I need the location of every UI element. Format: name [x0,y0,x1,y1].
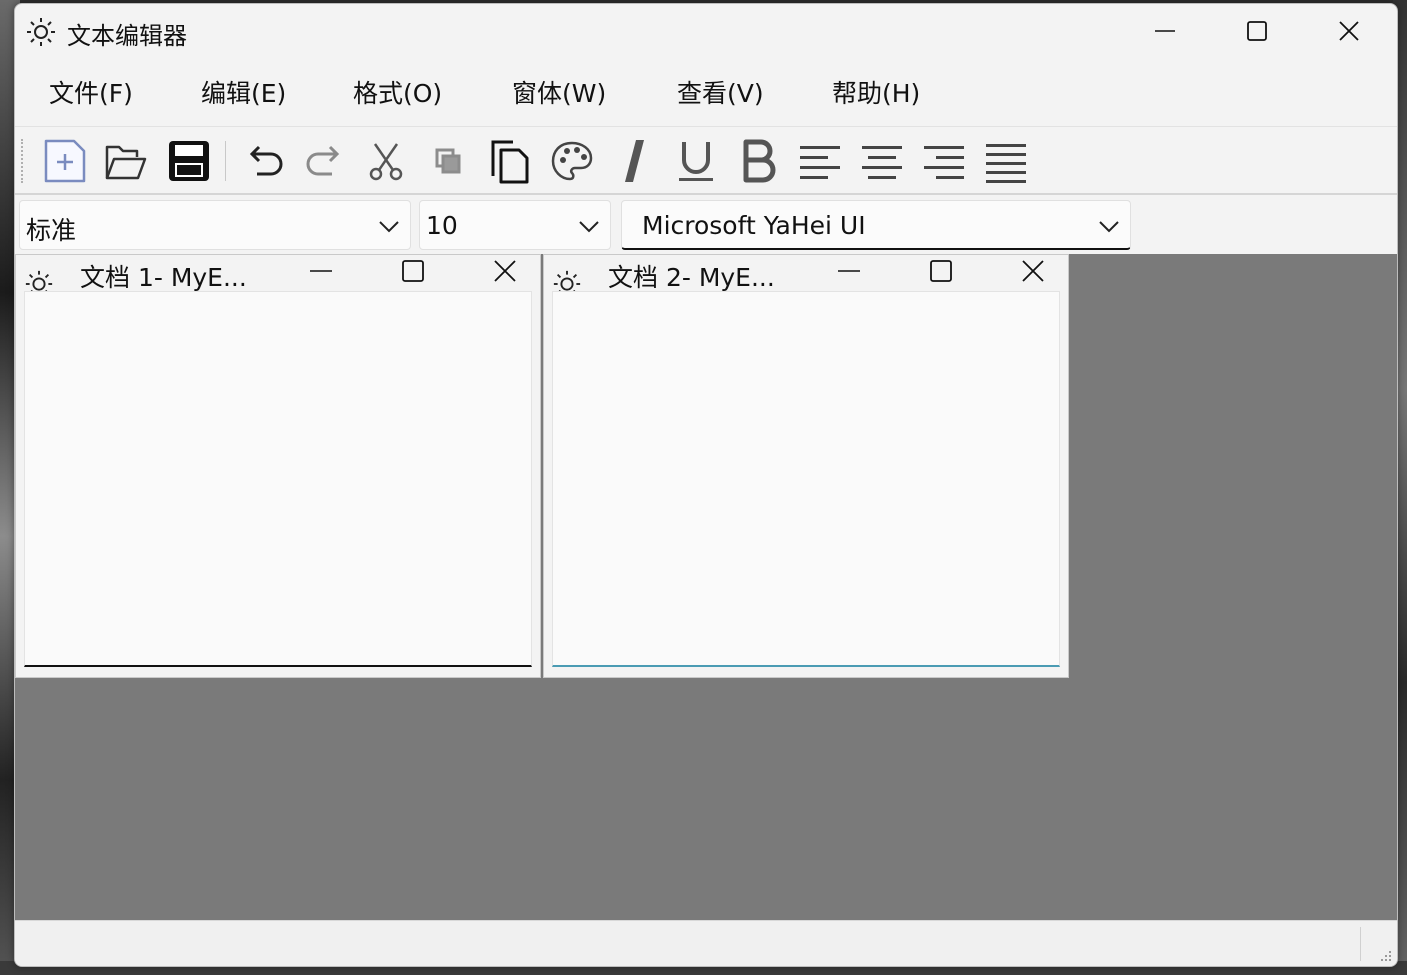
menu-format[interactable]: 格式(O) [353,74,442,110]
maximize-icon [402,260,424,282]
document-text-area[interactable] [552,291,1060,667]
child-maximize-button[interactable] [918,256,964,286]
save-button[interactable] [165,137,213,185]
paste-button[interactable] [486,137,534,185]
align-center-button[interactable] [858,137,906,185]
undo-icon [249,145,283,176]
chevron-down-icon [1099,221,1119,233]
align-right-button[interactable] [920,137,968,185]
color-palette-icon [551,141,593,181]
bold-icon [743,139,776,183]
chevron-down-icon [379,221,399,233]
child-close-button[interactable] [482,256,528,286]
child-window-title: 文档 2- MyE... [608,263,775,292]
save-icon [169,141,209,181]
align-right-icon [924,146,964,179]
close-icon [1022,260,1044,282]
window-title: 文本编辑器 [67,22,187,50]
menu-edit[interactable]: 编辑(E) [201,74,286,110]
format-bar: 标准 10 Microsoft YaHei UI [15,196,1397,254]
align-center-icon [862,146,902,179]
new-button[interactable] [41,137,89,185]
chevron-down-icon [579,221,599,233]
undo-button[interactable] [240,137,288,185]
toolbar-grip[interactable] [21,139,26,183]
style-select-value: 标准 [26,216,77,245]
underline-icon [679,142,713,181]
minimize-icon [838,270,860,272]
font-select-value: Microsoft YaHei UI [642,211,866,240]
resize-grip-icon[interactable] [1377,947,1393,963]
minimize-icon [1155,30,1175,32]
redo-button[interactable] [301,137,349,185]
child-minimize-button[interactable] [826,256,872,286]
align-left-button[interactable] [796,137,844,185]
color-button[interactable] [548,137,596,185]
italic-button[interactable] [610,137,658,185]
child-window-title: 文档 1- MyE... [80,263,247,292]
document-text-area[interactable] [24,291,532,667]
close-button[interactable] [1304,4,1394,58]
title-bar[interactable]: 文本编辑器 [15,4,1397,58]
maximize-button[interactable] [1212,4,1302,58]
justify-icon [986,144,1026,183]
minimize-button[interactable] [1120,4,1210,58]
child-window-document-1[interactable]: 文档 1- MyE... [15,254,541,678]
italic-icon [625,140,644,182]
mdi-client-area: 文档 1- MyE... 文档 2- MyE... [15,254,1397,920]
cut-icon [369,143,403,181]
menu-help[interactable]: 帮助(H) [832,74,920,110]
redo-icon [306,145,340,176]
justify-button[interactable] [982,137,1030,185]
sun-app-icon [27,18,55,46]
child-window-document-2[interactable]: 文档 2- MyE... [543,254,1069,678]
open-button[interactable] [102,137,150,185]
style-select[interactable]: 标准 [19,200,411,250]
toolbar [15,126,1397,195]
close-icon [1339,21,1359,41]
bold-button[interactable] [734,137,782,185]
menu-window[interactable]: 窗体(W) [512,74,606,110]
close-icon [494,260,516,282]
underline-button[interactable] [672,137,720,185]
minimize-icon [310,270,332,272]
font-select[interactable]: Microsoft YaHei UI [621,200,1131,250]
new-icon [44,139,86,183]
maximize-icon [930,260,952,282]
size-select[interactable]: 10 [419,200,611,250]
align-left-icon [800,146,840,179]
menu-file[interactable]: 文件(F) [49,74,133,110]
maximize-icon [1247,21,1267,41]
cut-button[interactable] [362,137,410,185]
menu-bar: 文件(F) 编辑(E) 格式(O) 窗体(W) 查看(V) 帮助(H) [15,66,1397,116]
status-bar [15,920,1397,966]
child-minimize-button[interactable] [298,256,344,286]
size-select-value: 10 [426,211,458,240]
paste-icon [491,140,529,184]
child-close-button[interactable] [1010,256,1056,286]
toolbar-separator [225,141,226,181]
open-icon [105,145,147,180]
copy-icon [435,148,461,174]
main-window: 文本编辑器 文件(F) 编辑(E) 格式(O) 窗体(W) 查看(V) 帮助(H… [14,3,1398,967]
child-maximize-button[interactable] [390,256,436,286]
menu-view[interactable]: 查看(V) [677,74,764,110]
status-separator [1360,927,1361,961]
copy-button[interactable] [424,137,472,185]
